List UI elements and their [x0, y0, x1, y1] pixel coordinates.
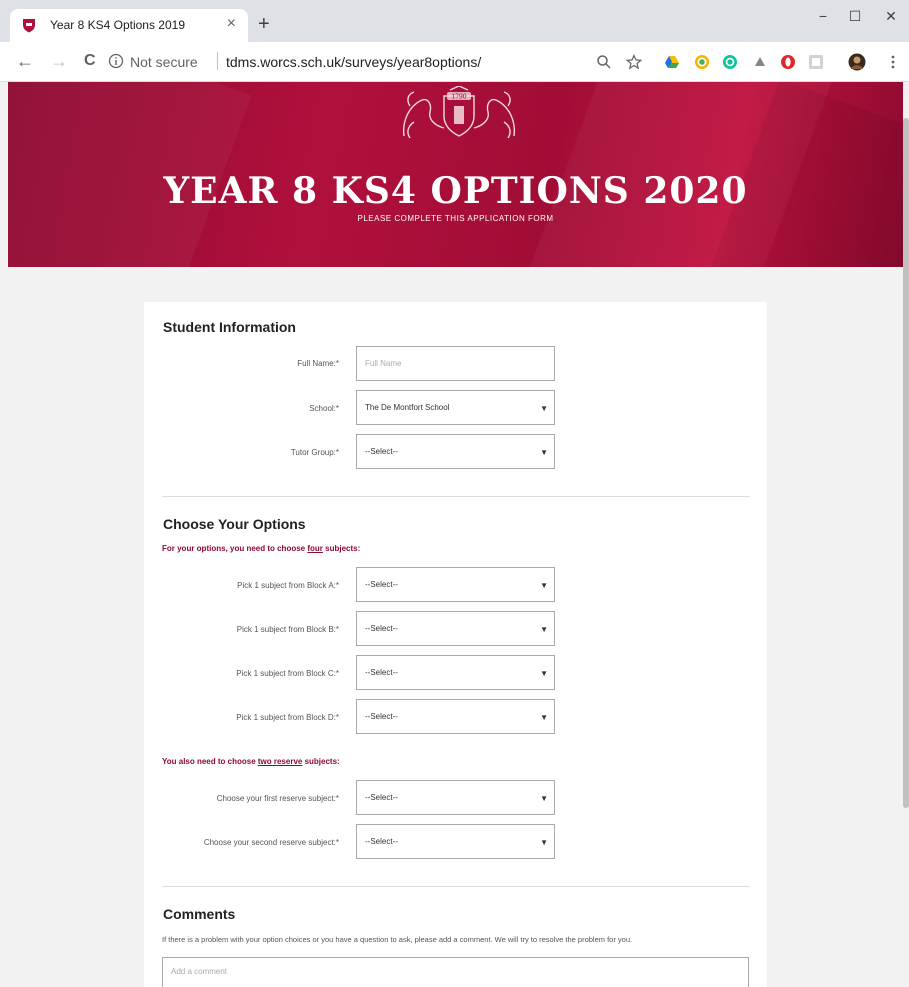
- block-c-select[interactable]: --Select-- ▼: [356, 655, 555, 690]
- new-tab-icon[interactable]: +: [258, 14, 270, 34]
- first-reserve-selected-value: --Select--: [365, 793, 398, 802]
- full-name-label: Full Name:*: [297, 359, 339, 368]
- menu-dots-icon[interactable]: [890, 54, 896, 70]
- address-bar[interactable]: Not secure tdms.worcs.sch.uk/surveys/yea…: [108, 49, 648, 75]
- chevron-down-icon: ▼: [540, 794, 548, 803]
- chevron-down-icon: ▼: [540, 448, 548, 457]
- block-a-selected-value: --Select--: [365, 580, 398, 589]
- section-divider: [162, 496, 750, 497]
- browser-tab[interactable]: Year 8 KS4 Options 2019 ×: [10, 9, 248, 42]
- tutor-group-selected-value: --Select--: [365, 447, 398, 456]
- block-b-select[interactable]: --Select-- ▼: [356, 611, 555, 646]
- comment-textarea[interactable]: Add a comment: [162, 957, 749, 987]
- block-c-selected-value: --Select--: [365, 668, 398, 677]
- bookmark-star-icon[interactable]: [626, 54, 642, 70]
- chevron-down-icon: ▼: [540, 713, 548, 722]
- omnibox-divider: [217, 52, 218, 70]
- second-reserve-selected-value: --Select--: [365, 837, 398, 846]
- chevron-down-icon: ▼: [540, 669, 548, 678]
- comments-heading: Comments: [163, 906, 236, 922]
- browser-toolbar: ← → C Not secure tdms.worcs.sch.uk/surve…: [0, 42, 909, 82]
- comment-placeholder: Add a comment: [171, 967, 228, 976]
- chevron-down-icon: ▼: [540, 625, 548, 634]
- maximize-icon[interactable]: ☐: [840, 8, 870, 28]
- school-label: School:*: [309, 404, 339, 413]
- tutor-group-select[interactable]: --Select-- ▼: [356, 434, 555, 469]
- section-divider: [162, 886, 750, 887]
- hero-banner: 1790 YEAR 8 KS4 OPTIONS 2020 PLEASE COMP…: [8, 82, 903, 267]
- opera-icon[interactable]: [780, 54, 796, 70]
- chevron-down-icon: ▼: [540, 404, 548, 413]
- tab-title: Year 8 KS4 Options 2019: [50, 18, 185, 32]
- chevron-down-icon: ▼: [540, 581, 548, 590]
- comments-description: If there is a problem with your option c…: [162, 935, 633, 944]
- user-avatar-icon[interactable]: [848, 53, 866, 71]
- block-a-select[interactable]: --Select-- ▼: [356, 567, 555, 602]
- page-title: YEAR 8 KS4 OPTIONS 2020: [163, 170, 748, 212]
- zoom-icon[interactable]: [596, 54, 612, 70]
- second-reserve-select[interactable]: --Select-- ▼: [356, 824, 555, 859]
- drive-extension-icon[interactable]: [664, 54, 680, 70]
- not-secure-label: Not secure: [130, 54, 198, 70]
- url-text: tdms.worcs.sch.uk/surveys/year8options/: [226, 54, 482, 70]
- tutor-group-label: Tutor Group:*: [290, 448, 339, 457]
- reload-icon[interactable]: C: [84, 50, 96, 72]
- forward-icon[interactable]: →: [50, 50, 68, 72]
- block-b-label: Pick 1 subject from Block B:*: [236, 625, 339, 634]
- student-info-heading: Student Information: [163, 319, 296, 335]
- block-c-label: Pick 1 subject from Block C:*: [236, 669, 339, 678]
- scrollbar-thumb[interactable]: [903, 118, 909, 808]
- tab-strip: Year 8 KS4 Options 2019 × + − ☐ ✕: [0, 0, 909, 42]
- profile-extension-icon[interactable]: [808, 54, 824, 70]
- tab-close-icon[interactable]: ×: [227, 15, 236, 33]
- extension-circle-icon[interactable]: [694, 54, 710, 70]
- application-form: Student Information Full Name:* Full Nam…: [144, 302, 767, 987]
- info-icon: [108, 53, 124, 69]
- options-heading: Choose Your Options: [163, 516, 306, 532]
- grammarly-icon[interactable]: [722, 54, 738, 70]
- minimize-icon[interactable]: −: [808, 8, 838, 28]
- back-icon[interactable]: ←: [16, 50, 34, 72]
- first-reserve-select[interactable]: --Select-- ▼: [356, 780, 555, 815]
- block-d-select[interactable]: --Select-- ▼: [356, 699, 555, 734]
- chevron-down-icon: ▼: [540, 838, 548, 847]
- cloud-extension-icon[interactable]: [752, 54, 768, 70]
- second-reserve-label: Choose your second reserve subject:*: [203, 838, 339, 847]
- reserve-hint: You also need to choose two reserve subj…: [162, 757, 340, 766]
- crest-year: 1790: [451, 94, 466, 101]
- options-hint: For your options, you need to choose fou…: [162, 544, 361, 553]
- school-select[interactable]: The De Montfort School ▼: [356, 390, 555, 425]
- full-name-placeholder: Full Name: [365, 359, 402, 368]
- school-crest-icon: 1790: [402, 86, 516, 139]
- full-name-input[interactable]: Full Name: [356, 346, 555, 381]
- close-window-icon[interactable]: ✕: [876, 8, 906, 28]
- page-subtitle: PLEASE COMPLETE THIS APPLICATION FORM: [357, 214, 554, 223]
- school-selected-value: The De Montfort School: [365, 403, 450, 412]
- school-shield-icon: [23, 19, 35, 33]
- first-reserve-label: Choose your first reserve subject:*: [216, 794, 339, 803]
- block-d-label: Pick 1 subject from Block D:*: [236, 713, 339, 722]
- block-b-selected-value: --Select--: [365, 624, 398, 633]
- page-content: 1790 YEAR 8 KS4 OPTIONS 2020 PLEASE COMP…: [8, 82, 903, 987]
- block-a-label: Pick 1 subject from Block A:*: [237, 581, 339, 590]
- block-d-selected-value: --Select--: [365, 712, 398, 721]
